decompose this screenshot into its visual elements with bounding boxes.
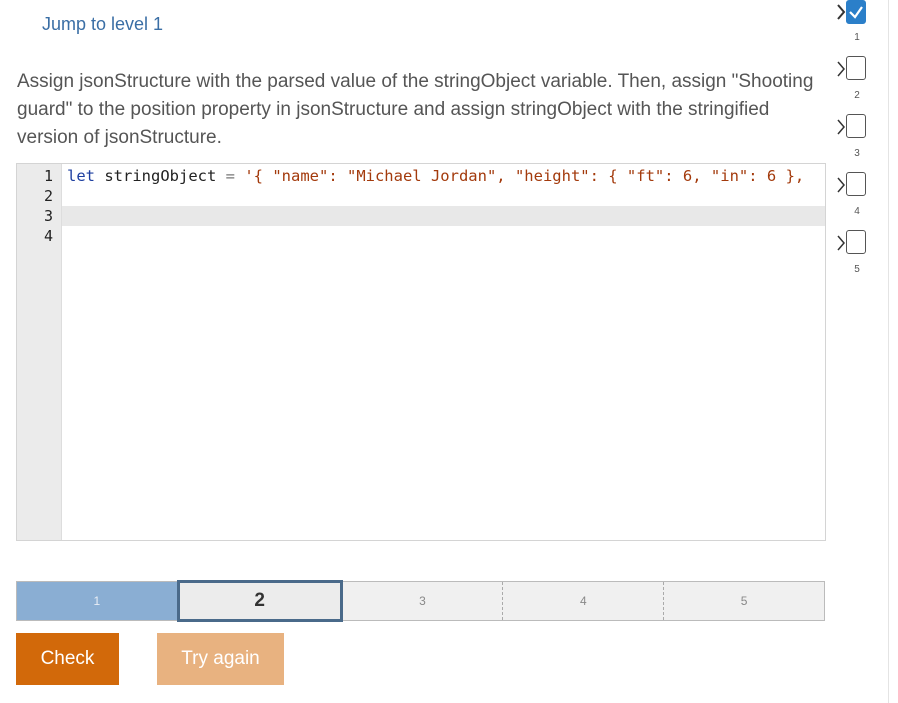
progress-segment-1[interactable]: 1 — [17, 582, 177, 620]
progress-segment-4[interactable]: 4 — [503, 582, 665, 620]
code-line-4[interactable] — [62, 226, 825, 246]
line-number: 3 — [43, 207, 53, 225]
code-keyword: let — [67, 167, 95, 185]
chevron-right-icon — [836, 234, 846, 255]
level-2-checkbox[interactable] — [846, 56, 866, 80]
line-number: 1 — [43, 167, 53, 185]
line-number: 4 — [43, 227, 53, 245]
code-editor[interactable]: 1 2 3 4 let stringObject = '{ "name": "M… — [16, 163, 826, 541]
code-operator: = — [225, 167, 235, 185]
sidebar-divider — [888, 0, 889, 703]
code-identifier: stringObject — [95, 167, 226, 185]
level-number: 2 — [854, 90, 860, 101]
progress-segment-2[interactable]: 2 — [176, 580, 343, 622]
code-line-1[interactable]: let stringObject = '{ "name": "Michael J… — [62, 166, 825, 186]
code-string: '{ "name": "Michael Jordan", "height": {… — [235, 167, 805, 185]
code-line-3[interactable] — [62, 206, 825, 226]
level-3-checkbox[interactable] — [846, 114, 866, 138]
level-number: 5 — [854, 264, 860, 275]
level-5-checkbox[interactable] — [846, 230, 866, 254]
level-number: 3 — [854, 148, 860, 159]
chevron-right-icon — [836, 118, 846, 139]
line-number-gutter: 1 2 3 4 — [17, 164, 62, 540]
check-button[interactable]: Check — [16, 633, 119, 685]
code-line-2[interactable] — [62, 186, 825, 206]
line-number: 2 — [43, 187, 53, 205]
instructions-text: Assign jsonStructure with the parsed val… — [17, 71, 814, 148]
level-4-checkbox[interactable] — [846, 172, 866, 196]
try-again-button[interactable]: Try again — [157, 633, 284, 685]
checkmark-icon — [849, 6, 863, 19]
chevron-right-icon — [836, 3, 846, 24]
chevron-right-icon — [836, 176, 846, 197]
level-progress-bar: 1 2 3 4 5 — [16, 580, 825, 622]
progress-segment-5[interactable]: 5 — [664, 582, 824, 620]
progress-segment-3[interactable]: 3 — [343, 582, 504, 620]
level-number: 4 — [854, 206, 860, 217]
jump-to-level-link[interactable]: Jump to level 1 — [42, 14, 163, 35]
level-number: 1 — [854, 32, 860, 43]
chevron-right-icon — [836, 60, 846, 81]
level-1-checkbox[interactable] — [846, 0, 866, 24]
